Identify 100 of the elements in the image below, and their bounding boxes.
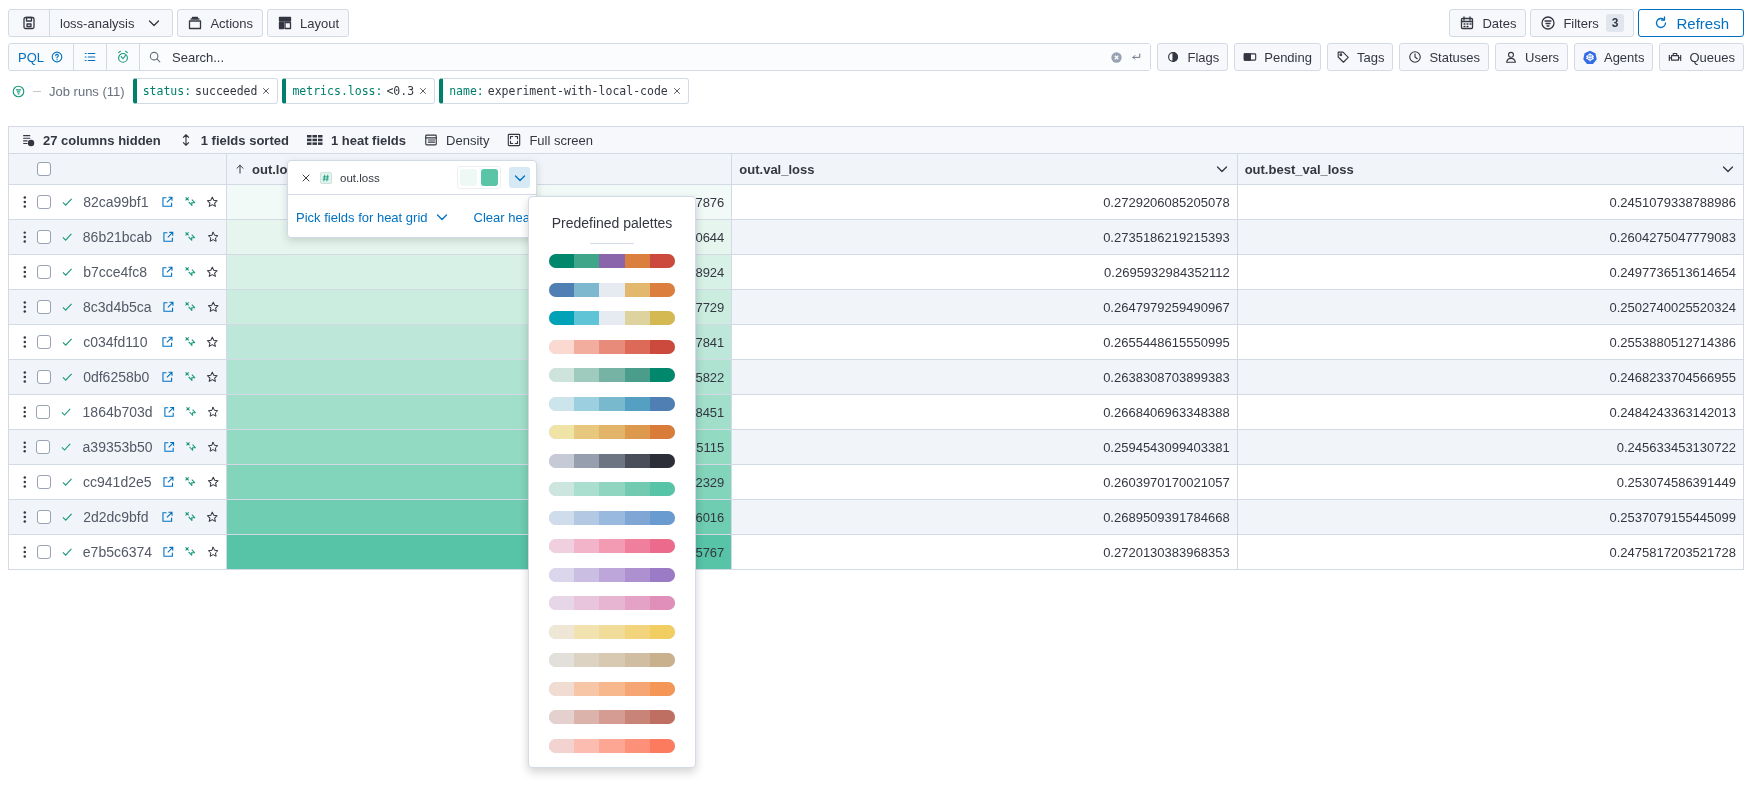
row-menu-icon[interactable] bbox=[23, 545, 27, 559]
row-menu-icon[interactable] bbox=[23, 370, 27, 384]
row-menu-icon[interactable] bbox=[23, 405, 27, 419]
column-header[interactable]: out.val_loss bbox=[732, 154, 1238, 184]
run-id[interactable]: 82ca99bf1 bbox=[83, 194, 152, 210]
filter-button[interactable]: Tags bbox=[1326, 43, 1394, 71]
row-checkbox[interactable] bbox=[36, 510, 51, 524]
refresh-button[interactable]: Refresh bbox=[1638, 9, 1744, 37]
run-id[interactable]: e7b5c6374 bbox=[82, 544, 153, 560]
external-link-icon[interactable] bbox=[161, 510, 174, 524]
filter-button[interactable]: Flags bbox=[1157, 43, 1229, 71]
row-checkbox[interactable] bbox=[36, 370, 51, 384]
filter-chip[interactable]: name: experiment-with-local-code bbox=[439, 78, 689, 104]
external-link-icon[interactable] bbox=[161, 475, 175, 489]
external-link-icon[interactable] bbox=[162, 230, 175, 244]
table-cell: 0.2729206085205078 bbox=[732, 185, 1238, 219]
table-cell-text: 0.2484243363142013 bbox=[1608, 403, 1737, 422]
external-link-icon[interactable] bbox=[161, 370, 174, 384]
external-link-icon[interactable] bbox=[161, 195, 174, 209]
compare-icon[interactable] bbox=[184, 230, 197, 244]
toolbar-button[interactable]: 27 columns hidden bbox=[21, 132, 161, 148]
search-field[interactable]: Search... bbox=[170, 48, 1104, 66]
row-checkbox[interactable] bbox=[36, 475, 51, 489]
toolbar-button[interactable]: Density bbox=[424, 132, 490, 148]
filter-chip[interactable]: status: succeeded bbox=[132, 78, 279, 104]
user-icon bbox=[1504, 50, 1518, 64]
filter-button[interactable]: Agents bbox=[1573, 43, 1654, 71]
run-id[interactable]: a39353b50 bbox=[82, 439, 153, 455]
color-scale[interactable] bbox=[457, 166, 501, 189]
compare-icon[interactable] bbox=[184, 300, 197, 314]
palette-dropdown[interactable] bbox=[509, 167, 530, 188]
row-menu-icon[interactable] bbox=[23, 510, 27, 524]
row-menu-icon[interactable] bbox=[23, 335, 27, 349]
external-link-icon[interactable] bbox=[161, 265, 174, 279]
run-id[interactable]: b7cce4fc8 bbox=[83, 264, 152, 280]
row-menu-icon[interactable] bbox=[23, 230, 27, 244]
palette-option[interactable] bbox=[549, 453, 675, 468]
filter-button[interactable]: Statuses bbox=[1399, 43, 1489, 71]
external-link-icon[interactable] bbox=[162, 440, 175, 454]
pql-button[interactable]: PQL bbox=[9, 44, 74, 70]
search-icon bbox=[148, 50, 162, 64]
compare-icon[interactable] bbox=[183, 370, 197, 384]
row-checkbox[interactable] bbox=[36, 230, 51, 244]
external-link-icon[interactable] bbox=[162, 405, 175, 419]
row-menu-icon[interactable] bbox=[23, 265, 27, 279]
row-menu-icon[interactable] bbox=[23, 300, 27, 314]
row-checkbox[interactable] bbox=[36, 405, 51, 419]
row-checkbox[interactable] bbox=[36, 545, 51, 559]
filter-button[interactable]: Queues bbox=[1659, 43, 1744, 71]
funnel-icon bbox=[12, 84, 25, 98]
external-link-icon[interactable] bbox=[161, 300, 175, 314]
layout-button[interactable]: Layout bbox=[267, 9, 350, 37]
row-checkbox[interactable] bbox=[36, 300, 51, 314]
filters-button[interactable]: Filters 3 bbox=[1530, 9, 1635, 37]
row-menu-icon[interactable] bbox=[23, 475, 27, 489]
compare-icon[interactable] bbox=[184, 475, 197, 489]
column-header[interactable]: out.best_val_loss bbox=[1237, 154, 1743, 184]
star-icon bbox=[206, 475, 219, 489]
run-id[interactable]: 1864b703d bbox=[82, 404, 153, 420]
run-id[interactable]: 8c3d4b5ca bbox=[83, 299, 152, 315]
run-id[interactable]: 86b21bcab bbox=[82, 229, 153, 245]
star-icon bbox=[206, 195, 219, 209]
run-id[interactable]: 2d2dc9bfd bbox=[83, 509, 152, 525]
clear-icon[interactable] bbox=[1111, 51, 1123, 63]
row-checkbox[interactable] bbox=[36, 265, 51, 279]
toolbar-button[interactable]: 1 heat fields bbox=[306, 132, 407, 148]
view-dropdown[interactable]: loss-analysis bbox=[49, 10, 173, 36]
star-icon bbox=[206, 370, 219, 384]
filter-button[interactable]: Pending bbox=[1234, 43, 1321, 71]
filter-button[interactable]: Users bbox=[1495, 43, 1568, 71]
run-id[interactable]: c034fd110 bbox=[83, 334, 152, 350]
row-menu-icon[interactable] bbox=[23, 195, 27, 209]
toolbar-button[interactable]: 1 fields sorted bbox=[178, 132, 289, 148]
run-id[interactable]: 0df6258b0 bbox=[83, 369, 152, 385]
compare-icon[interactable] bbox=[183, 510, 197, 524]
external-link-icon[interactable] bbox=[161, 335, 174, 349]
compare-icon[interactable] bbox=[184, 405, 197, 419]
compare-icon[interactable] bbox=[184, 440, 197, 454]
close-icon bbox=[261, 86, 272, 96]
external-link-icon[interactable] bbox=[162, 545, 175, 559]
compare-icon[interactable] bbox=[184, 545, 197, 559]
select-all-checkbox[interactable] bbox=[37, 162, 51, 176]
run-id[interactable]: cc941d2e5 bbox=[83, 474, 152, 490]
table-cell: 0.2655448615550995 bbox=[732, 325, 1238, 359]
filter-chip[interactable]: metrics.loss: <0.3 bbox=[282, 78, 436, 104]
dates-button[interactable]: Dates bbox=[1449, 9, 1527, 37]
row-checkbox[interactable] bbox=[36, 440, 51, 454]
compare-icon[interactable] bbox=[183, 335, 197, 349]
compare-icon[interactable] bbox=[183, 195, 197, 209]
close-icon bbox=[418, 86, 429, 96]
table-cell: 0.2689509391784668 bbox=[732, 500, 1238, 534]
toolbar-button[interactable]: Full screen bbox=[507, 132, 593, 148]
row-checkbox[interactable] bbox=[36, 335, 51, 349]
compare-icon[interactable] bbox=[183, 265, 197, 279]
actions-button[interactable]: Actions bbox=[177, 9, 264, 37]
table-cell-text: 0.2604275047779083 bbox=[1608, 228, 1737, 247]
table-cell: 0.2735186219215393 bbox=[732, 220, 1238, 254]
row-menu-icon[interactable] bbox=[23, 440, 27, 454]
star-icon bbox=[206, 265, 219, 279]
row-checkbox[interactable] bbox=[36, 195, 51, 209]
